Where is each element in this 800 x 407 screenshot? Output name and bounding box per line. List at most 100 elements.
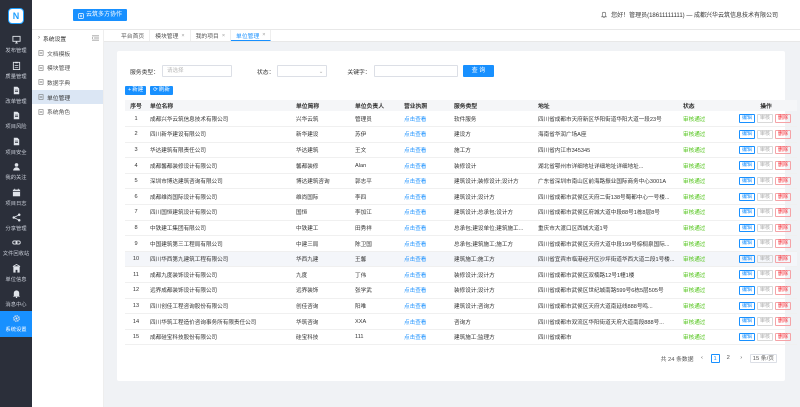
license-link[interactable]: 点击查看 [401, 158, 451, 174]
tab-3[interactable]: 单位管理 × [231, 30, 272, 41]
audit-button[interactable]: 审核 [756, 114, 773, 123]
edit-button[interactable]: 编辑 [738, 223, 755, 233]
table-row[interactable]: 11 成都九度装饰设计有限公司 九度 丁伟 点击查看 装修设计;设计方 四川省成都市武侯区双… [125, 267, 797, 283]
audit-button[interactable]: 审核 [756, 192, 773, 202]
sidebar-item-10[interactable]: 消息中心 [0, 286, 32, 311]
close-icon[interactable]: × [222, 33, 225, 39]
table-row[interactable]: 7 四川国恒建筑设计有限公司 国恒 李加江 点击查看 建筑设计;总承包;设计方 四川省成都市… [125, 205, 797, 221]
settings-menu-header[interactable]: › 系统设置 [32, 30, 103, 46]
refresh-button[interactable]: ⟳ 刷新 [150, 86, 173, 95]
sidebar-item-9[interactable]: 单位信息 [0, 261, 32, 286]
audit-button[interactable]: 审核 [756, 130, 773, 139]
audit-button[interactable]: 审核 [756, 145, 773, 155]
tab-1[interactable]: 模块管理 × [150, 30, 191, 41]
license-link[interactable]: 点击查看 [401, 127, 451, 143]
query-button[interactable]: 查 询 [462, 65, 495, 77]
sidebar-item-4[interactable]: 项目安全 [0, 134, 32, 159]
table-row[interactable]: 15 成都硅宝科技股份有限公司 硅宝科技 111 点击查看 建筑施工;监理方 四川省成都市 审… [125, 329, 797, 345]
table-row[interactable]: 4 成都馨都装修设计有限公司 馨都装修 Alan 点击查看 装修设计 湖北省鄂州市详细地址详… [125, 158, 797, 174]
submenu-item-1[interactable]: 模块管理 [32, 61, 103, 76]
platform-button[interactable]: 云筑多方协作 [73, 9, 128, 21]
audit-button[interactable]: 审核 [756, 239, 773, 248]
delete-button[interactable]: 删除 [775, 130, 792, 139]
new-button[interactable]: + 新建 [125, 86, 147, 95]
delete-button[interactable]: 删除 [775, 176, 792, 186]
page-size-select[interactable]: 15 条/页 [749, 354, 777, 363]
sidebar-item-11[interactable]: 系统设置 [0, 311, 32, 337]
license-link[interactable]: 点击查看 [401, 236, 451, 252]
delete-button[interactable]: 删除 [775, 114, 792, 123]
delete-button[interactable]: 删除 [775, 254, 792, 264]
delete-button[interactable]: 删除 [775, 286, 792, 295]
delete-button[interactable]: 删除 [775, 161, 792, 170]
edit-button[interactable]: 编辑 [738, 208, 755, 217]
delete-button[interactable]: 删除 [775, 270, 792, 279]
audit-button[interactable]: 审核 [756, 208, 773, 217]
edit-button[interactable]: 编辑 [738, 114, 755, 123]
tab-0[interactable]: 平台首页 [116, 30, 151, 41]
bell-icon[interactable] [601, 11, 608, 18]
next-page-button[interactable]: › [737, 354, 746, 363]
table-row[interactable]: 9 中国建筑第三工程局有限公司 中建三局 陈卫国 点击查看 总承包;建筑施工;施工方 四川省… [125, 236, 797, 252]
edit-button[interactable]: 编辑 [738, 145, 755, 155]
app-logo[interactable]: N [0, 0, 32, 32]
license-link[interactable]: 点击查看 [401, 251, 451, 267]
delete-button[interactable]: 删除 [775, 317, 792, 326]
sidebar-item-1[interactable]: 质量管理 [0, 57, 32, 82]
edit-button[interactable]: 编辑 [738, 192, 755, 202]
delete-button[interactable]: 删除 [775, 301, 792, 311]
close-icon[interactable]: × [181, 33, 184, 39]
edit-button[interactable]: 编辑 [738, 332, 755, 342]
license-link[interactable]: 点击查看 [401, 283, 451, 299]
license-link[interactable]: 点击查看 [401, 111, 451, 127]
license-link[interactable]: 点击查看 [401, 329, 451, 345]
sidebar-item-6[interactable]: 项目日志 [0, 184, 32, 209]
sidebar-item-8[interactable]: 文件回收站 [0, 235, 32, 260]
edit-button[interactable]: 编辑 [738, 161, 755, 170]
service-type-select[interactable]: 请选择 [162, 65, 232, 77]
license-link[interactable]: 点击查看 [401, 298, 451, 314]
delete-button[interactable]: 删除 [775, 223, 792, 233]
audit-button[interactable]: 审核 [756, 286, 773, 295]
table-row[interactable]: 2 四川新华建设有限公司 新华建设 苏伊 点击查看 建设方 海南省华润广场A座 审核通过 编辑审… [125, 127, 797, 143]
license-link[interactable]: 点击查看 [401, 189, 451, 205]
sidebar-item-5[interactable]: 我的关注 [0, 159, 32, 184]
edit-button[interactable]: 编辑 [738, 317, 755, 326]
prev-page-button[interactable]: ‹ [698, 354, 707, 363]
license-link[interactable]: 点击查看 [401, 173, 451, 189]
delete-button[interactable]: 删除 [775, 208, 792, 217]
audit-button[interactable]: 审核 [756, 270, 773, 279]
edit-button[interactable]: 编辑 [738, 239, 755, 248]
page-2-button[interactable]: 2 [724, 354, 733, 363]
status-select[interactable]: ⌄ [277, 65, 328, 77]
license-link[interactable]: 点击查看 [401, 142, 451, 158]
sidebar-item-7[interactable]: 分享管理 [0, 210, 32, 235]
delete-button[interactable]: 删除 [775, 145, 792, 155]
table-row[interactable]: 6 成都维尚国际设计有限公司 维尚国际 李四 点击查看 建筑设计;设计方 四川省成都市武侯区… [125, 189, 797, 205]
page-1-button[interactable]: 1 [710, 354, 720, 363]
edit-button[interactable]: 编辑 [738, 301, 755, 311]
audit-button[interactable]: 审核 [756, 332, 773, 342]
table-row[interactable]: 14 四川华筑工程造价咨询事务所有限责任公司 华筑咨询 XXA 点击查看 咨询方 四川省成都… [125, 314, 797, 330]
edit-button[interactable]: 编辑 [738, 130, 755, 139]
table-row[interactable]: 1 成都兴华云筑信息技术有限公司 兴华云筑 管理员 点击查看 软件服务 四川省成都市天府新区… [125, 111, 797, 127]
table-row[interactable]: 13 四川创佳工程咨询股份有限公司 创佳咨询 阳唯 点击查看 建筑设计;咨询方 四川省成都市… [125, 298, 797, 314]
delete-button[interactable]: 删除 [775, 239, 792, 248]
collapse-menu-icon[interactable] [92, 35, 99, 41]
license-link[interactable]: 点击查看 [401, 220, 451, 236]
edit-button[interactable]: 编辑 [738, 270, 755, 279]
audit-button[interactable]: 审核 [756, 161, 773, 170]
delete-button[interactable]: 删除 [775, 192, 792, 202]
license-link[interactable]: 点击查看 [401, 205, 451, 221]
submenu-item-4[interactable]: 系统角色 [32, 104, 103, 119]
sidebar-item-3[interactable]: 项目风险 [0, 108, 32, 133]
sidebar-item-2[interactable]: 改单管理 [0, 83, 32, 108]
table-row[interactable]: 8 中铁建工集团有限公司 中铁建工 田秀祥 点击查看 总承包;建设单位;建筑施工... 重庆… [125, 220, 797, 236]
audit-button[interactable]: 审核 [756, 223, 773, 233]
license-link[interactable]: 点击查看 [401, 267, 451, 283]
table-row[interactable]: 5 深圳市博达建筑咨询有限公司 博达建筑咨询 郭志平 点击查看 建筑设计;装修设计;设计方… [125, 173, 797, 189]
table-row[interactable]: 3 华达建筑有限责任公司 华达建筑 王文 点击查看 施工方 四川省内江市345345 审核通过… [125, 142, 797, 158]
submenu-item-2[interactable]: 数据字典 [32, 75, 103, 90]
audit-button[interactable]: 审核 [756, 317, 773, 326]
close-icon[interactable]: × [262, 32, 265, 38]
